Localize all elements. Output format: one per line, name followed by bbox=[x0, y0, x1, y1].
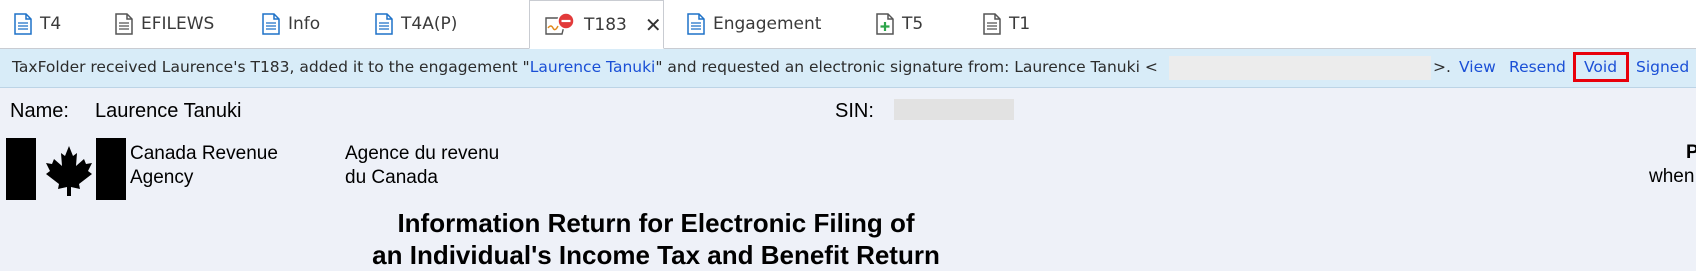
tab-label: T183 bbox=[584, 14, 627, 35]
agency-fr-line2: du Canada bbox=[345, 167, 438, 188]
form-title-line1: Information Return for Electronic Filing… bbox=[397, 208, 915, 238]
notification-message: TaxFolder received Laurence's T183, adde… bbox=[12, 58, 1158, 76]
tab-bar: T4 EFILEWS Info T4A(P) T183 ✕ Engagement… bbox=[0, 0, 1696, 49]
engagement-link[interactable]: Laurence Tanuki bbox=[530, 58, 656, 76]
agency-en-line2: Agency bbox=[130, 167, 194, 188]
form-title-line2: an Individual's Income Tax and Benefit R… bbox=[372, 240, 940, 270]
notification-text-after: " and requested an electronic signature … bbox=[655, 58, 1158, 76]
agency-name-english: Canada Revenue Agency bbox=[130, 142, 278, 190]
agency-fr-line1: Agence du revenu bbox=[345, 143, 500, 164]
tab-label: Info bbox=[288, 14, 321, 34]
resend-link[interactable]: Resend bbox=[1509, 58, 1566, 76]
signed-link[interactable]: Signed bbox=[1636, 58, 1689, 76]
document-icon bbox=[115, 13, 133, 35]
maple-leaf-icon bbox=[44, 144, 94, 200]
close-tab-icon[interactable]: ✕ bbox=[645, 15, 662, 35]
name-label: Name: bbox=[10, 100, 69, 122]
tab-label: T1 bbox=[1009, 14, 1031, 34]
agency-name-french: Agence du revenu du Canada bbox=[345, 142, 499, 190]
tab-t5[interactable]: T5 bbox=[876, 0, 923, 48]
tab-t4[interactable]: T4 bbox=[14, 0, 61, 48]
tab-info[interactable]: Info bbox=[262, 0, 320, 48]
tab-label: T4A(P) bbox=[401, 14, 458, 34]
sin-label: SIN: bbox=[835, 100, 874, 122]
document-icon bbox=[14, 13, 32, 35]
document-icon bbox=[983, 13, 1001, 35]
document-add-icon bbox=[876, 13, 894, 35]
signature-pending-icon bbox=[544, 11, 576, 38]
tab-label: EFILEWS bbox=[141, 14, 215, 34]
tab-t4ap[interactable]: T4A(P) bbox=[375, 0, 457, 48]
signature-notification-bar: TaxFolder received Laurence's T183, adde… bbox=[0, 49, 1696, 88]
tab-t183[interactable]: T183 ✕ bbox=[529, 0, 664, 49]
redacted-sin bbox=[894, 99, 1014, 120]
canada-flag-logo bbox=[6, 138, 126, 200]
flag-bar-right bbox=[96, 138, 126, 200]
tab-label: T4 bbox=[40, 14, 62, 34]
tab-label: Engagement bbox=[713, 14, 822, 34]
void-link[interactable]: Void bbox=[1584, 58, 1617, 76]
form-title: Information Return for Electronic Filing… bbox=[0, 207, 1312, 271]
view-link[interactable]: View bbox=[1459, 58, 1496, 76]
cut-off-heading: P bbox=[1686, 142, 1696, 163]
tab-engagement[interactable]: Engagement bbox=[687, 0, 821, 48]
tab-label: T5 bbox=[902, 14, 924, 34]
cut-off-text: when bbox=[1649, 166, 1695, 187]
flag-bar-left bbox=[6, 138, 36, 200]
document-icon bbox=[262, 13, 280, 35]
agency-en-line1: Canada Revenue bbox=[130, 143, 278, 164]
tab-efilews[interactable]: EFILEWS bbox=[115, 0, 214, 48]
notification-text-before: TaxFolder received Laurence's T183, adde… bbox=[12, 58, 530, 76]
name-value: Laurence Tanuki bbox=[95, 100, 242, 122]
document-icon bbox=[375, 13, 393, 35]
redacted-email bbox=[1169, 56, 1431, 80]
tab-t1[interactable]: T1 bbox=[983, 0, 1030, 48]
t183-form: Name: Laurence Tanuki SIN: Canada Revenu… bbox=[0, 88, 1696, 271]
document-icon bbox=[687, 13, 705, 35]
notification-email-end: >. bbox=[1433, 58, 1451, 76]
